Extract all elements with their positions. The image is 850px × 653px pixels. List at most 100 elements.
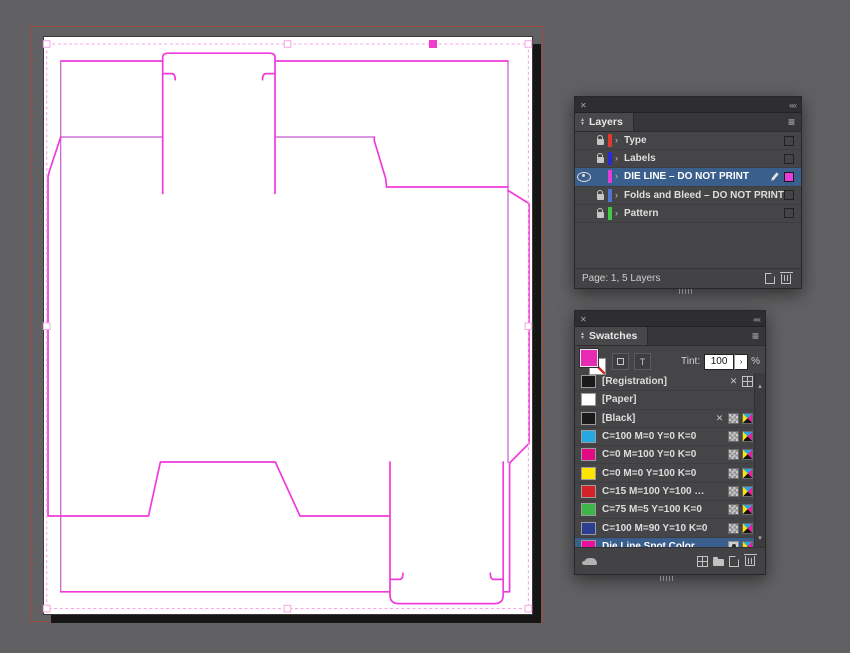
tint-value-field[interactable]: 100 xyxy=(704,354,734,370)
layer-name[interactable]: Type xyxy=(624,135,784,146)
layer-target-square[interactable] xyxy=(784,136,794,146)
swatch-row[interactable]: [Black] xyxy=(575,410,755,428)
layer-name[interactable]: Pattern xyxy=(624,208,784,219)
swatch-color-chip[interactable] xyxy=(581,430,596,443)
swatch-row[interactable]: C=15 M=100 Y=100 … xyxy=(575,483,755,501)
close-icon[interactable] xyxy=(580,100,587,110)
collapse-panel-icon[interactable] xyxy=(753,314,760,324)
layer-lock-toggle[interactable] xyxy=(592,154,608,163)
layer-color-bar xyxy=(608,170,612,183)
layer-target-square[interactable] xyxy=(784,190,794,200)
swatches-controls: T Tint: 100 % xyxy=(575,346,765,376)
layer-color-bar xyxy=(608,134,612,147)
layer-visibility-toggle[interactable] xyxy=(576,208,592,218)
swatch-color-chip[interactable] xyxy=(581,375,596,388)
expand-chevron-icon[interactable] xyxy=(615,172,624,181)
swatch-name[interactable]: C=15 M=100 Y=100 … xyxy=(602,486,725,497)
layer-row[interactable]: Labels xyxy=(575,150,801,168)
padlock-icon xyxy=(597,139,604,145)
swatch-list: [Registration] [Paper] [Black] C=100 M=0… xyxy=(575,373,755,556)
layers-panel-titlebar[interactable] xyxy=(575,97,801,113)
layer-target-square[interactable] xyxy=(784,172,794,182)
swatch-row[interactable]: [Registration] xyxy=(575,373,755,391)
swatches-panel-resize-grip[interactable] xyxy=(660,576,673,581)
swatch-row[interactable]: [Paper] xyxy=(575,391,755,409)
swatch-views-button[interactable] xyxy=(694,554,710,568)
layer-lock-toggle[interactable] xyxy=(592,209,608,218)
layer-visibility-toggle[interactable] xyxy=(576,190,592,200)
grid-icon xyxy=(697,556,708,567)
expand-chevron-icon[interactable] xyxy=(615,191,624,200)
fill-stroke-proxy[interactable] xyxy=(580,349,607,375)
layer-lock-toggle[interactable] xyxy=(592,136,608,145)
swatch-name[interactable]: C=0 M=100 Y=0 K=0 xyxy=(602,449,725,460)
new-swatch-button[interactable] xyxy=(726,554,742,568)
swatch-name[interactable]: [Paper] xyxy=(602,394,753,405)
scroll-down-icon[interactable] xyxy=(758,527,762,545)
layer-name[interactable]: Labels xyxy=(624,153,784,164)
layer-name[interactable]: DIE LINE – DO NOT PRINT xyxy=(624,171,773,182)
document-page[interactable] xyxy=(43,36,533,615)
delete-swatch-button[interactable] xyxy=(742,554,758,568)
swatch-color-chip[interactable] xyxy=(581,522,596,535)
swatch-color-chip[interactable] xyxy=(581,485,596,498)
layer-color-bar xyxy=(608,189,612,202)
cc-libraries-button[interactable] xyxy=(582,554,598,568)
swatch-row[interactable]: C=100 M=0 Y=0 K=0 xyxy=(575,428,755,446)
tab-layers[interactable]: ▲▼ Layers xyxy=(575,113,634,131)
delete-layer-button[interactable] xyxy=(778,272,794,286)
tab-swatches[interactable]: ▲▼ Swatches xyxy=(575,327,648,345)
swatch-row[interactable]: C=0 M=0 Y=100 K=0 xyxy=(575,464,755,482)
swatches-panel-titlebar[interactable] xyxy=(575,311,765,327)
swatch-scrollbar[interactable] xyxy=(754,373,765,547)
expand-chevron-icon[interactable] xyxy=(615,209,624,218)
swatch-name[interactable]: C=100 M=90 Y=10 K=0 xyxy=(602,523,725,534)
layer-row[interactable]: DIE LINE – DO NOT PRINT xyxy=(575,168,801,186)
layer-lock-toggle[interactable] xyxy=(592,172,608,181)
swatch-name[interactable]: [Black] xyxy=(602,413,711,424)
formatting-affects-text-button[interactable]: T xyxy=(634,353,651,370)
swatch-name[interactable]: [Registration] xyxy=(602,376,725,387)
panel-menu-icon[interactable] xyxy=(752,327,765,345)
swatches-tab-label: Swatches xyxy=(589,330,637,342)
tint-percent-label: % xyxy=(751,356,760,367)
panel-menu-icon[interactable] xyxy=(788,113,801,131)
swatch-name[interactable]: C=0 M=0 Y=100 K=0 xyxy=(602,468,725,479)
close-icon[interactable] xyxy=(580,314,587,324)
swatch-color-chip[interactable] xyxy=(581,393,596,406)
swatch-row[interactable]: C=75 M=5 Y=100 K=0 xyxy=(575,501,755,519)
new-color-group-button[interactable] xyxy=(710,554,726,568)
expand-chevron-icon[interactable] xyxy=(615,136,624,145)
swatch-color-chip[interactable] xyxy=(581,412,596,425)
layer-row[interactable]: Type xyxy=(575,132,801,150)
swatch-color-chip[interactable] xyxy=(581,503,596,516)
layer-lock-toggle[interactable] xyxy=(592,191,608,200)
layer-target-square[interactable] xyxy=(784,154,794,164)
swatch-color-chip[interactable] xyxy=(581,467,596,480)
expand-chevron-icon[interactable] xyxy=(615,154,624,163)
layers-tab-strip: ▲▼ Layers xyxy=(575,113,801,132)
new-swatch-icon xyxy=(729,556,739,567)
layer-visibility-toggle[interactable] xyxy=(576,154,592,164)
collapse-panel-icon[interactable] xyxy=(789,100,796,110)
layer-visibility-toggle[interactable] xyxy=(576,136,592,146)
layers-panel-resize-grip[interactable] xyxy=(679,289,692,294)
swatch-row[interactable]: C=100 M=90 Y=10 K=0 xyxy=(575,519,755,537)
formatting-affects-container-button[interactable] xyxy=(612,353,629,370)
tint-dropdown-arrow[interactable] xyxy=(734,354,748,370)
layer-target-square[interactable] xyxy=(784,208,794,218)
swatch-color-chip[interactable] xyxy=(581,448,596,461)
swatch-name[interactable]: C=75 M=5 Y=100 K=0 xyxy=(602,504,725,515)
layer-visibility-toggle[interactable] xyxy=(576,172,592,182)
cmyk-mode-icon xyxy=(742,486,753,497)
fill-color-chip[interactable] xyxy=(580,349,598,367)
layer-name[interactable]: Folds and Bleed – DO NOT PRINT xyxy=(624,190,784,201)
folder-icon xyxy=(713,559,724,566)
layer-row[interactable]: Folds and Bleed – DO NOT PRINT xyxy=(575,187,801,205)
scroll-up-icon[interactable] xyxy=(758,375,762,393)
new-layer-button[interactable] xyxy=(762,272,778,286)
cmyk-mode-icon xyxy=(742,431,753,442)
swatch-row[interactable]: C=0 M=100 Y=0 K=0 xyxy=(575,446,755,464)
swatch-name[interactable]: C=100 M=0 Y=0 K=0 xyxy=(602,431,725,442)
layer-row[interactable]: Pattern xyxy=(575,205,801,223)
